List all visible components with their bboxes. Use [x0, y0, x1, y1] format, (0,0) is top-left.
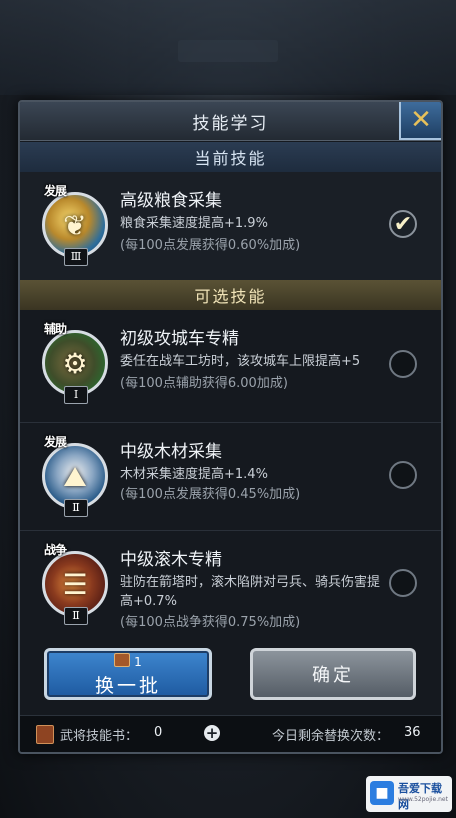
skill-description: 驻防在箭塔时，滚木陷阱对弓兵、骑兵伤害提高+0.7% [120, 575, 381, 609]
book-label: 武将技能书： [60, 729, 139, 744]
skill-icon-wrap: ☰ 战争 Ⅱ [42, 541, 112, 625]
add-book-button[interactable]: + [204, 725, 220, 741]
skill-name: 初级攻城车专精 [120, 329, 239, 349]
footer-bar: 武将技能书： 0 + 今日剩余替换次数： 36 [20, 715, 441, 752]
skill-option-row[interactable]: ⛰ 发展 Ⅱ 中级木材采集 木材采集速度提高+1.4% (每100点发展获得0.… [20, 422, 441, 531]
selected-check-icon[interactable]: ✔ [389, 210, 417, 238]
dialog-title: 技能学习 [20, 102, 441, 141]
skill-type-tag: 战争 [44, 543, 67, 557]
watermark-subtitle: www.52pojie.net [398, 796, 448, 803]
skill-tier-badge: Ⅱ [64, 607, 88, 625]
watermark-logo-icon: ■ [370, 781, 394, 805]
current-skill-header: 当前技能 [20, 142, 441, 172]
refresh-button[interactable]: 1 换一批 [44, 648, 212, 700]
skill-tier-badge: Ⅰ [64, 386, 88, 404]
background-tab [178, 40, 278, 62]
skill-learn-dialog: 技能学习 ✕ 当前技能 ❦ 发展 Ⅲ 高级粮食采集 粮食采集速度提高+1.9% … [18, 100, 443, 754]
optional-skill-header: 可选技能 [20, 280, 441, 310]
skill-icon-wrap: ⚙ 辅助 Ⅰ [42, 320, 112, 404]
skill-type-tag: 发展 [44, 184, 67, 198]
refresh-cost: 1 [47, 653, 209, 669]
confirm-label: 确定 [312, 665, 354, 686]
skill-type-tag: 辅助 [44, 322, 67, 336]
skill-name: 中级木材采集 [120, 442, 222, 462]
skill-note: (每100点辅助获得6.00加成) [120, 376, 288, 391]
dialog-title-text: 技能学习 [192, 113, 269, 134]
skill-option-row[interactable]: ☰ 战争 Ⅱ 中级滚木专精 驻防在箭塔时，滚木陷阱对弓兵、骑兵伤害提高+0.7%… [20, 530, 441, 639]
optional-skill-header-text: 可选技能 [194, 287, 267, 306]
skill-note: (每100点战争获得0.75%加成) [120, 615, 301, 630]
skill-tier-badge: Ⅲ [64, 248, 88, 266]
refresh-cost-value: 1 [134, 655, 142, 669]
skill-icon-wrap: ⛰ 发展 Ⅱ [42, 433, 112, 517]
skill-description: 委任在战车工坊时，该攻城车上限提高+5 [120, 354, 361, 369]
close-button[interactable]: ✕ [399, 102, 441, 140]
skill-note: (每100点发展获得0.60%加成) [120, 238, 301, 253]
skill-note: (每100点发展获得0.45%加成) [120, 487, 301, 502]
skill-name: 中级滚木专精 [120, 550, 222, 570]
remaining-label: 今日剩余替换次数： [272, 729, 390, 744]
background-banner [0, 0, 456, 95]
site-watermark: ■ 吾爱下载网 www.52pojie.net [366, 776, 452, 812]
skill-description: 粮食采集速度提高+1.9% [120, 216, 268, 231]
skill-select-radio[interactable] [389, 461, 417, 489]
refresh-label: 换一批 [94, 675, 161, 697]
skill-description: 木材采集速度提高+1.4% [120, 467, 268, 482]
remaining-count: 36 [404, 725, 421, 740]
skill-tier-badge: Ⅱ [64, 499, 88, 517]
book-count: 0 [154, 725, 163, 740]
skill-select-radio[interactable] [389, 569, 417, 597]
confirm-button[interactable]: 确定 [250, 648, 416, 700]
skill-option-row[interactable]: ⚙ 辅助 Ⅰ 初级攻城车专精 委任在战车工坊时，该攻城车上限提高+5 (每100… [20, 310, 441, 418]
skill-book-icon [36, 725, 54, 744]
close-x-icon: ✕ [410, 105, 432, 135]
skill-icon-wrap: ❦ 发展 Ⅲ [42, 182, 112, 266]
skill-name: 高级粮食采集 [120, 191, 222, 211]
skill-type-tag: 发展 [44, 435, 67, 449]
skill-select-radio[interactable] [389, 350, 417, 378]
skill-book-icon [114, 653, 131, 667]
current-skill-row[interactable]: ❦ 发展 Ⅲ 高级粮食采集 粮食采集速度提高+1.9% (每100点发展获得0.… [20, 172, 441, 280]
current-skill-header-text: 当前技能 [194, 149, 267, 168]
